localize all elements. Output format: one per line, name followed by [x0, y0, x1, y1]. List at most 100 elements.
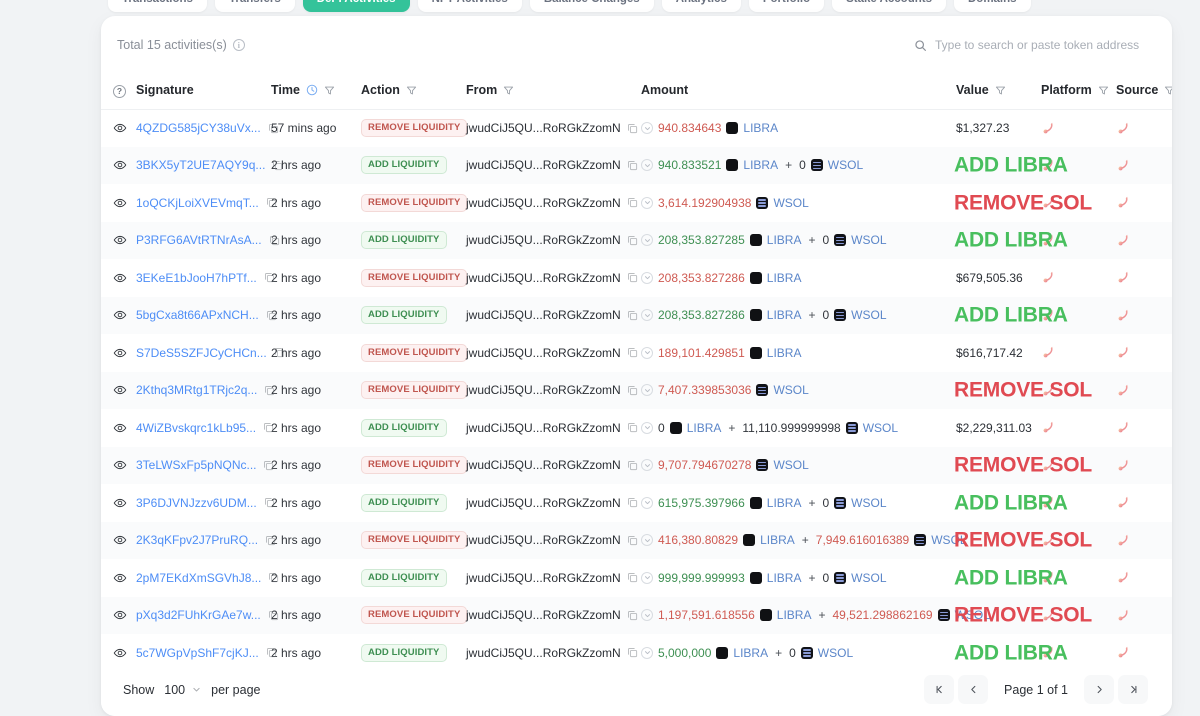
- cell-view[interactable]: [101, 522, 136, 560]
- meteora-icon[interactable]: [1116, 420, 1131, 435]
- from-address[interactable]: jwudCiJ5QU...RoRGkZzomN: [466, 121, 621, 135]
- expand-icon[interactable]: [641, 609, 653, 622]
- expand-icon[interactable]: [641, 234, 653, 247]
- table-row[interactable]: 2Kthq3MRtg1TRjc2q... 2 hrs ago REMOVE LIQU…: [101, 371, 1172, 410]
- from-address[interactable]: jwudCiJ5QU...RoRGkZzomN: [466, 158, 621, 172]
- copy-icon[interactable]: [627, 272, 638, 283]
- copy-icon[interactable]: [627, 460, 638, 471]
- copy-icon[interactable]: [266, 310, 277, 321]
- meteora-icon[interactable]: [1116, 533, 1131, 548]
- from-address[interactable]: jwudCiJ5QU...RoRGkZzomN: [466, 608, 621, 622]
- table-row[interactable]: pXq3d2FUhKrGAe7w... 2 hrs ago REMOVE LIQUI…: [101, 596, 1172, 635]
- copy-icon[interactable]: [627, 497, 638, 508]
- copy-icon[interactable]: [627, 160, 638, 171]
- expand-icon[interactable]: [641, 384, 653, 397]
- copy-icon[interactable]: [627, 610, 638, 621]
- token-symbol[interactable]: LIBRA: [767, 233, 802, 247]
- expand-icon[interactable]: [641, 421, 653, 434]
- action-badge[interactable]: ADD LIQUIDITY: [361, 306, 447, 325]
- signature-link[interactable]: 5c7WGpVpShF7cjKJ...: [136, 646, 259, 660]
- table-row[interactable]: 3EKeE1bJooH7hPTf... 2 hrs ago REMOVE LIQUI…: [101, 259, 1172, 297]
- copy-icon[interactable]: [627, 197, 638, 208]
- copy-icon[interactable]: [627, 347, 638, 358]
- eye-icon[interactable]: [113, 608, 127, 622]
- expand-icon[interactable]: [641, 571, 653, 584]
- from-address[interactable]: jwudCiJ5QU...RoRGkZzomN: [466, 458, 621, 472]
- from-address[interactable]: jwudCiJ5QU...RoRGkZzomN: [466, 571, 621, 585]
- from-address[interactable]: jwudCiJ5QU...RoRGkZzomN: [466, 383, 621, 397]
- copy-icon[interactable]: [627, 422, 638, 433]
- expand-icon[interactable]: [641, 534, 653, 547]
- signature-link[interactable]: P3RFG6AVtRTNrAsA...: [136, 233, 262, 247]
- action-badge[interactable]: REMOVE LIQUIDITY: [361, 531, 468, 550]
- eye-icon[interactable]: [113, 346, 127, 360]
- token-symbol[interactable]: LIBRA: [777, 608, 812, 622]
- meteora-icon[interactable]: [1116, 608, 1131, 623]
- token-symbol[interactable]: LIBRA: [767, 571, 802, 585]
- eye-icon[interactable]: [113, 458, 127, 472]
- copy-icon[interactable]: [268, 572, 279, 583]
- table-row[interactable]: 4QZDG585jCY38uVx... 57 mins ago REMOVE LIQ…: [101, 109, 1172, 147]
- signature-link[interactable]: 3P6DJVNJzzv6UDM...: [136, 496, 257, 510]
- copy-icon[interactable]: [263, 422, 274, 433]
- filter-icon[interactable]: [1098, 85, 1109, 96]
- signature-link[interactable]: 3TeLWSxFp5pNQNc...: [136, 458, 256, 472]
- signature-link[interactable]: S7DeS5SZFJCyCHCn...: [136, 346, 267, 360]
- from-address[interactable]: jwudCiJ5QU...RoRGkZzomN: [466, 346, 621, 360]
- table-row[interactable]: 3P6DJVNJzzv6UDM... 2 hrs ago ADD LIQUIDITY…: [101, 484, 1172, 522]
- signature-link[interactable]: 5bgCxa8t66APxNCH...: [136, 308, 259, 322]
- tab-nft-activities[interactable]: NFT Activities: [417, 0, 522, 12]
- copy-icon[interactable]: [627, 535, 638, 546]
- first-page-button[interactable]: [924, 675, 955, 704]
- expand-icon[interactable]: [641, 496, 653, 509]
- token-symbol[interactable]: WSOL: [818, 646, 853, 660]
- action-badge[interactable]: ADD LIQUIDITY: [361, 418, 447, 437]
- expand-icon[interactable]: [641, 122, 653, 134]
- copy-icon[interactable]: [627, 123, 638, 134]
- action-badge[interactable]: REMOVE LIQUIDITY: [361, 606, 468, 625]
- copy-icon[interactable]: [266, 197, 277, 208]
- next-page-button[interactable]: [1084, 675, 1114, 704]
- from-address[interactable]: jwudCiJ5QU...RoRGkZzomN: [466, 646, 621, 660]
- cell-view[interactable]: [101, 259, 136, 297]
- meteora-icon[interactable]: [1116, 570, 1131, 585]
- tab-domains[interactable]: Domains: [953, 0, 1031, 12]
- token-symbol[interactable]: WSOL: [851, 233, 886, 247]
- eye-icon[interactable]: [113, 233, 127, 247]
- table-row[interactable]: 2pM7EKdXmSGVhJ8... 2 hrs ago ADD LIQUIDITY…: [101, 559, 1172, 597]
- from-address[interactable]: jwudCiJ5QU...RoRGkZzomN: [466, 421, 621, 435]
- copy-icon[interactable]: [266, 647, 277, 658]
- cell-view[interactable]: [101, 372, 136, 410]
- cell-view[interactable]: [101, 222, 136, 260]
- search-input[interactable]: [935, 38, 1144, 52]
- signature-link[interactable]: 1oQCKjLoiXVEVmqT...: [136, 196, 259, 210]
- info-icon[interactable]: i: [232, 39, 245, 51]
- meteora-icon[interactable]: [1116, 121, 1131, 136]
- copy-icon[interactable]: [272, 160, 283, 171]
- meteora-icon[interactable]: [1116, 645, 1131, 660]
- expand-icon[interactable]: [641, 159, 653, 172]
- eye-icon[interactable]: [113, 533, 127, 547]
- expand-icon[interactable]: [641, 346, 653, 359]
- page-size-select[interactable]: 100: [164, 683, 201, 697]
- meteora-icon[interactable]: [1116, 308, 1131, 323]
- action-badge[interactable]: REMOVE LIQUIDITY: [361, 381, 468, 400]
- signature-link[interactable]: 3EKeE1bJooH7hPTf...: [136, 271, 257, 285]
- from-address[interactable]: jwudCiJ5QU...RoRGkZzomN: [466, 533, 621, 547]
- copy-icon[interactable]: [264, 497, 275, 508]
- from-address[interactable]: jwudCiJ5QU...RoRGkZzomN: [466, 271, 621, 285]
- table-row[interactable]: P3RFG6AVtRTNrAsA... 2 hrs ago ADD LIQUIDIT…: [101, 221, 1172, 260]
- last-page-button[interactable]: [1118, 675, 1148, 704]
- copy-icon[interactable]: [265, 535, 276, 546]
- cell-view[interactable]: [101, 597, 136, 635]
- action-badge[interactable]: REMOVE LIQUIDITY: [361, 343, 468, 362]
- meteora-icon[interactable]: [1116, 233, 1131, 248]
- token-symbol[interactable]: LIBRA: [687, 421, 722, 435]
- table-row[interactable]: 5bgCxa8t66APxNCH... 2 hrs ago ADD LIQUIDIT…: [101, 296, 1172, 334]
- tab-transfers[interactable]: Transfers: [214, 0, 295, 12]
- table-row[interactable]: 3TeLWSxFp5pNQNc... 2 hrs ago REMOVE LIQUID…: [101, 446, 1172, 484]
- tab-analytics[interactable]: Analytics: [661, 0, 741, 12]
- action-badge[interactable]: REMOVE LIQUIDITY: [361, 193, 468, 212]
- eye-icon[interactable]: [113, 308, 127, 322]
- filter-icon[interactable]: [1164, 85, 1172, 96]
